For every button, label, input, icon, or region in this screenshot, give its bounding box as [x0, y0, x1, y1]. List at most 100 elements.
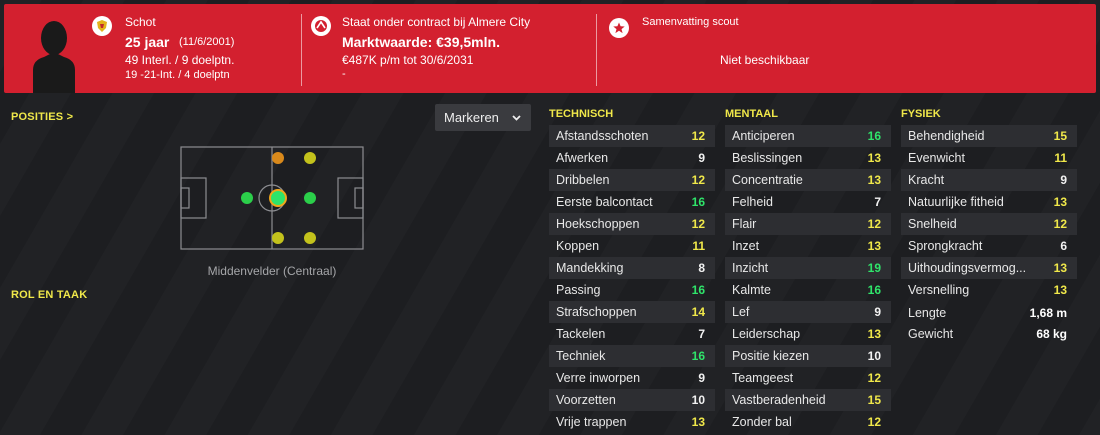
weight-label: Gewicht [908, 327, 954, 341]
attribute-value: 19 [867, 261, 881, 275]
position-dot-amc-center [304, 192, 316, 204]
attribute-label: Anticiperen [732, 129, 795, 143]
attribute-row[interactable]: Teamgeest 12 [725, 367, 891, 389]
attribute-value: 16 [691, 195, 705, 209]
weight-row: Gewicht 68 kg [901, 327, 1077, 341]
attribute-value: 13 [1053, 261, 1067, 275]
attribute-label: Inzet [732, 239, 760, 253]
attribute-row[interactable]: Kalmte 16 [725, 279, 891, 301]
attribute-value: 10 [691, 393, 705, 407]
attribute-label: Lef [732, 305, 750, 319]
attribute-value: 16 [691, 349, 705, 363]
attribute-label: Positie kiezen [732, 349, 810, 363]
attribute-row[interactable]: Felheid 7 [725, 191, 891, 213]
attribute-value: 9 [1060, 173, 1067, 187]
attribute-row[interactable]: Inzet 13 [725, 235, 891, 257]
height-label: Lengte [908, 306, 947, 320]
nationality-name: Schot [125, 15, 156, 29]
attribute-row[interactable]: Leiderschap 13 [725, 323, 891, 345]
attribute-row[interactable]: Techniek 16 [549, 345, 715, 367]
highlight-dropdown[interactable]: Markeren [435, 104, 531, 131]
position-dot-amc-top [304, 152, 316, 164]
attribute-value: 9 [874, 305, 881, 319]
attribute-row[interactable]: Vrije trappen 13 [549, 411, 715, 433]
header-divider [596, 14, 597, 86]
attribute-row[interactable]: Vastberadenheid 15 [725, 389, 891, 411]
attribute-row[interactable]: Dribbelen 12 [549, 169, 715, 191]
attribute-value: 7 [874, 195, 881, 209]
positions-title-text: POSITIES [11, 111, 64, 123]
physical-attributes: FYSIEK Behendigheid 15 Evenwicht 11 Kracht 9 N… [901, 107, 1077, 301]
club-badge-icon[interactable] [311, 16, 331, 36]
attribute-row[interactable]: Inzicht 19 [725, 257, 891, 279]
mental-title: MENTAAL [725, 108, 778, 120]
attribute-row[interactable]: Uithoudingsvermog... 13 [901, 257, 1077, 279]
attribute-row[interactable]: Anticiperen 16 [725, 125, 891, 147]
attribute-label: Felheid [732, 195, 773, 209]
attribute-label: Snelheid [908, 217, 957, 231]
attribute-row[interactable]: Positie kiezen 10 [725, 345, 891, 367]
empty-value-dash: - [342, 68, 346, 80]
attribute-label: Evenwicht [908, 151, 965, 165]
attribute-value: 14 [691, 305, 705, 319]
position-pitch [180, 146, 364, 250]
attribute-value: 13 [867, 173, 881, 187]
attribute-value: 9 [698, 371, 705, 385]
attribute-row[interactable]: Afstandsschoten 12 [549, 125, 715, 147]
role-duty-title: ROL EN TAAK [11, 289, 88, 301]
attribute-label: Vrije trappen [556, 415, 627, 429]
attribute-value: 13 [867, 327, 881, 341]
physical-title: FYSIEK [901, 108, 941, 120]
attribute-value: 12 [691, 217, 705, 231]
attribute-label: Sprongkracht [908, 239, 983, 253]
attribute-row[interactable]: Verre inworpen 9 [549, 367, 715, 389]
chevron-down-icon [512, 115, 521, 121]
attribute-label: Natuurlijke fitheid [908, 195, 1004, 209]
attribute-value: 16 [867, 129, 881, 143]
attribute-label: Voorzetten [556, 393, 616, 407]
attribute-row[interactable]: Lef 9 [725, 301, 891, 323]
attribute-row[interactable]: Kracht 9 [901, 169, 1077, 191]
attribute-value: 15 [1053, 129, 1067, 143]
attribute-row[interactable]: Zonder bal 12 [725, 411, 891, 433]
attribute-label: Strafschoppen [556, 305, 637, 319]
player-age: 25 jaar [125, 34, 170, 50]
attribute-row[interactable]: Sprongkracht 6 [901, 235, 1077, 257]
weight-value: 68 kg [1036, 327, 1067, 341]
attribute-value: 7 [698, 327, 705, 341]
attribute-row[interactable]: Flair 12 [725, 213, 891, 235]
attribute-row[interactable]: Evenwicht 11 [901, 147, 1077, 169]
attribute-row[interactable]: Tackelen 7 [549, 323, 715, 345]
attribute-label: Eerste balcontact [556, 195, 653, 209]
attribute-row[interactable]: Passing 16 [549, 279, 715, 301]
header-divider [301, 14, 302, 86]
attribute-label: Beslissingen [732, 151, 803, 165]
attribute-row[interactable]: Hoekschoppen 12 [549, 213, 715, 235]
u21-caps: 19 -21-Int. / 4 doelptn [125, 69, 230, 81]
positions-title[interactable]: POSITIES > [11, 111, 73, 123]
attribute-row[interactable]: Concentratie 13 [725, 169, 891, 191]
attribute-value: 12 [867, 217, 881, 231]
attribute-row[interactable]: Versnelling 13 [901, 279, 1077, 301]
primary-position-label: Middenvelder (Centraal) [207, 264, 337, 278]
attribute-value: 13 [867, 151, 881, 165]
position-dot-mc-primary [269, 189, 287, 207]
attribute-row[interactable]: Beslissingen 13 [725, 147, 891, 169]
attribute-row[interactable]: Afwerken 9 [549, 147, 715, 169]
attribute-row[interactable]: Koppen 11 [549, 235, 715, 257]
scout-status: Niet beschikbaar [720, 53, 810, 67]
contract-status[interactable]: Staat onder contract bij Almere City [342, 15, 530, 29]
attribute-value: 13 [867, 239, 881, 253]
attribute-row[interactable]: Natuurlijke fitheid 13 [901, 191, 1077, 213]
attribute-value: 11 [1054, 151, 1067, 165]
attribute-row[interactable]: Strafschoppen 14 [549, 301, 715, 323]
chevron-right-icon: > [66, 111, 74, 123]
position-dot-dm-left [241, 192, 253, 204]
attribute-row[interactable]: Snelheid 12 [901, 213, 1077, 235]
technical-attributes: TECHNISCH Afstandsschoten 12 Afwerken 9 Drib… [549, 107, 715, 433]
attribute-row[interactable]: Voorzetten 10 [549, 389, 715, 411]
attribute-row[interactable]: Mandekking 8 [549, 257, 715, 279]
attribute-value: 12 [867, 415, 881, 429]
attribute-row[interactable]: Behendigheid 15 [901, 125, 1077, 147]
attribute-row[interactable]: Eerste balcontact 16 [549, 191, 715, 213]
